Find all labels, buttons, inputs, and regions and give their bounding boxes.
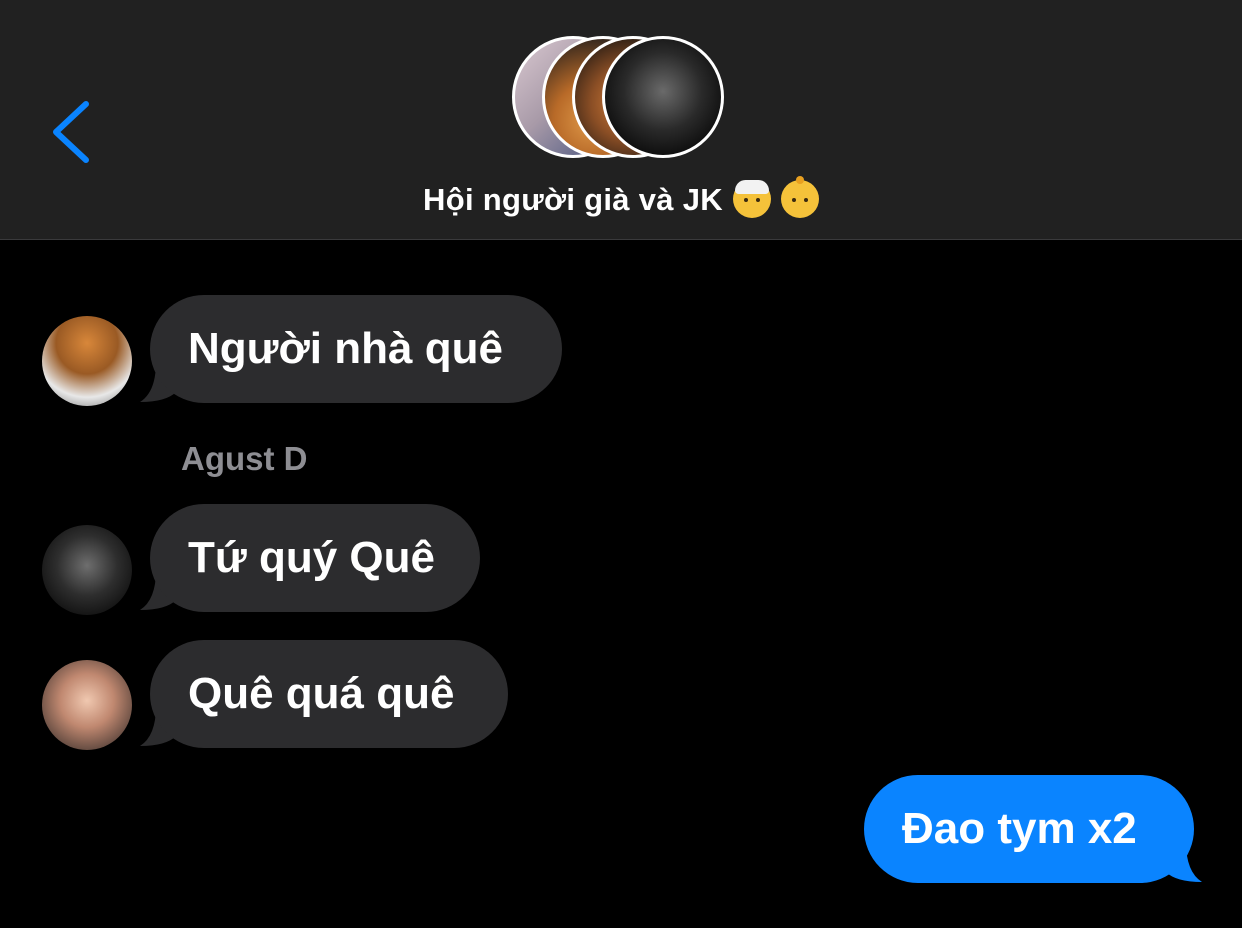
message-text: Tứ quý Quê	[188, 533, 435, 582]
message-text: Người nhà quê	[188, 324, 503, 373]
group-member-avatar	[602, 36, 724, 158]
chat-header: Hội người già và JK	[0, 0, 1242, 240]
incoming-message-bubble[interactable]: Tứ quý Quê	[150, 504, 480, 612]
group-title-text: Hội người già và JK	[423, 182, 723, 217]
back-button[interactable]	[40, 92, 110, 172]
message-text: Quê quá quê	[188, 669, 455, 718]
older-man-emoji-icon	[732, 180, 771, 218]
message-text: Đao tym x2	[902, 804, 1137, 853]
group-avatar-stack[interactable]	[512, 36, 732, 162]
sender-avatar[interactable]	[42, 525, 132, 615]
incoming-message-bubble[interactable]: Người nhà quê	[150, 295, 562, 403]
outgoing-message-bubble[interactable]: Đao tym x2	[864, 775, 1194, 883]
sender-avatar[interactable]	[42, 316, 132, 406]
sender-avatar[interactable]	[42, 660, 132, 750]
sender-name: Agust D	[181, 440, 308, 477]
chevron-left-icon	[53, 101, 89, 163]
incoming-message-bubble[interactable]: Quê quá quê	[150, 640, 508, 748]
group-title[interactable]: Hội người già và JK	[0, 176, 1242, 218]
chat-screen: Hội người già và JK Người nhà quê Agust …	[0, 0, 1242, 928]
baby-emoji-icon	[780, 176, 819, 218]
